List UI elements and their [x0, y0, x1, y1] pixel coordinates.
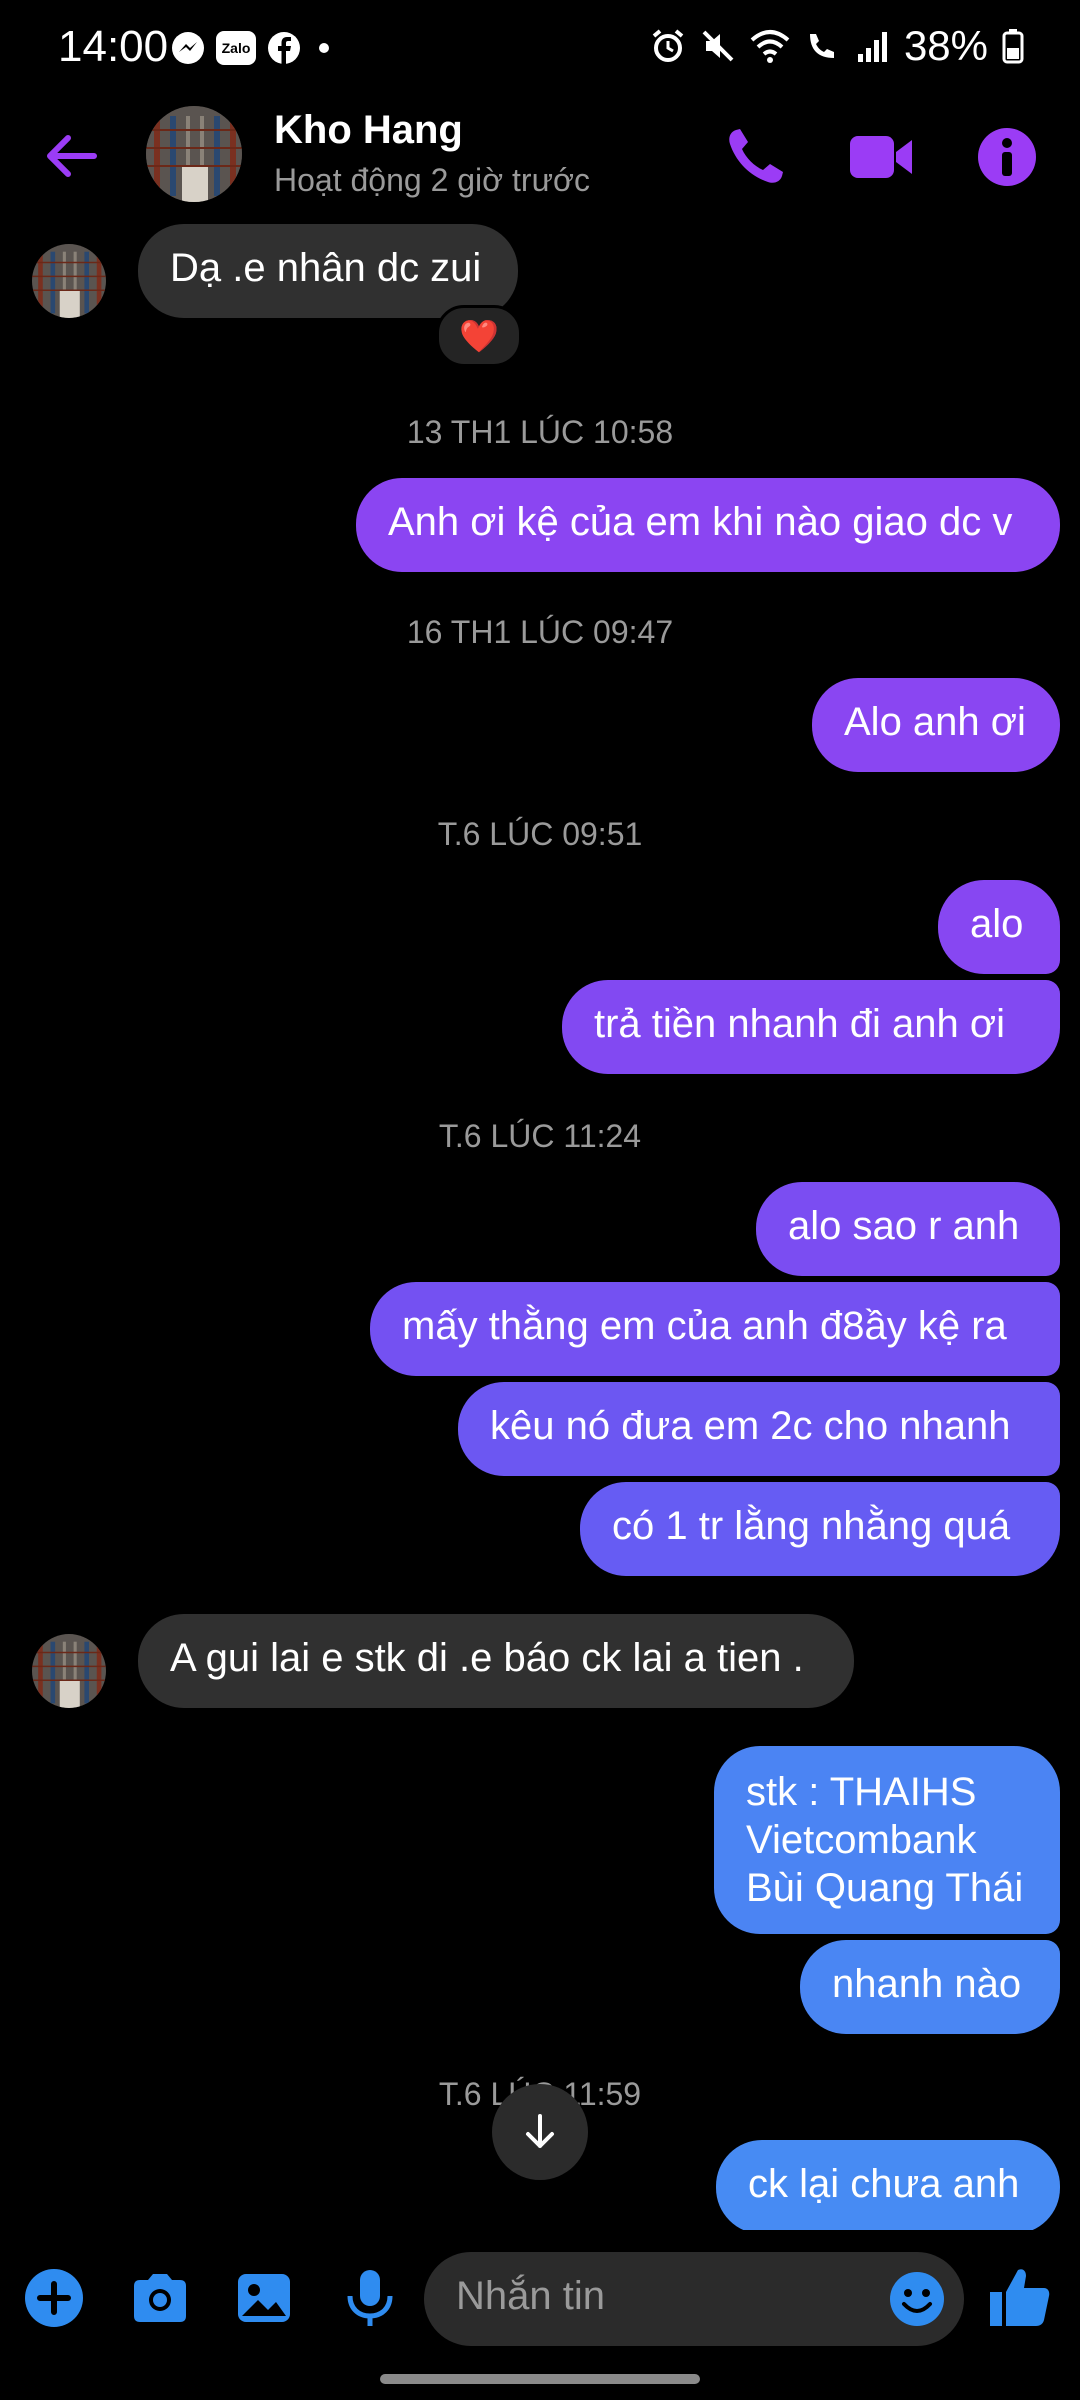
phone-call-icon[interactable]	[720, 122, 790, 192]
mic-icon[interactable]	[338, 2266, 402, 2330]
home-indicator[interactable]	[380, 2374, 700, 2384]
chat-header: Kho Hang Hoạt động 2 giờ trước	[0, 100, 1080, 210]
composer-bar: Nhắn tin	[0, 2230, 1080, 2360]
zalo-icon: Zalo	[216, 31, 256, 65]
timestamp: 16 TH1 LÚC 09:47	[406, 614, 674, 650]
timestamp: 13 TH1 LÚC 10:58	[406, 414, 674, 450]
heart-reaction[interactable]: ❤️	[436, 305, 522, 367]
bank-line: Bùi Quang Thái	[746, 1866, 1024, 1910]
status-time: 14:00	[58, 22, 169, 71]
battery-icon	[1002, 29, 1024, 64]
outgoing-message-bank[interactable]: stk : THAIHS Vietcombank Bùi Quang Thái	[714, 1746, 1060, 1934]
message-input[interactable]: Nhắn tin	[424, 2252, 964, 2346]
outgoing-message[interactable]: alo	[938, 880, 1060, 974]
timestamp: T.6 LÚC 11:24	[438, 1118, 642, 1154]
dot-icon	[319, 43, 329, 53]
heart-icon: ❤️	[459, 318, 499, 354]
status-bar: 14:00 Zalo 38%	[0, 0, 1080, 100]
messenger-icon	[172, 32, 204, 64]
info-icon[interactable]	[972, 122, 1042, 192]
outgoing-message[interactable]: nhanh nào	[800, 1940, 1060, 2034]
mute-icon	[702, 30, 734, 62]
bank-line: stk : THAIHS	[746, 1770, 977, 1814]
outgoing-message[interactable]: Anh ơi kệ của em khi nào giao dc v	[356, 478, 1060, 572]
facebook-icon	[268, 32, 300, 64]
battery-percent: 38%	[903, 22, 988, 69]
emoji-icon[interactable]	[888, 2270, 946, 2328]
camera-icon[interactable]	[128, 2266, 192, 2330]
outgoing-message[interactable]: có 1 tr lằng nhằng quá	[580, 1482, 1060, 1576]
arrow-down-icon	[526, 2114, 554, 2148]
incoming-message[interactable]: Dạ .e nhân dc zui	[138, 224, 518, 318]
outgoing-message[interactable]: ck lại chưa anh	[716, 2140, 1060, 2234]
message-input-placeholder: Nhắn tin	[456, 2274, 605, 2318]
outgoing-message[interactable]: mấy thằng em của anh đ8ầy kệ ra	[370, 1282, 1060, 1376]
outgoing-message[interactable]: alo sao r anh	[756, 1182, 1060, 1276]
signal-icon	[857, 32, 887, 62]
wifi-icon	[750, 30, 790, 63]
back-arrow-icon[interactable]	[42, 126, 102, 186]
outgoing-message[interactable]: trả tiền nhanh đi anh ơi	[562, 980, 1060, 1074]
contact-avatar[interactable]	[146, 106, 242, 202]
contact-status: Hoạt động 2 giờ trước	[274, 162, 590, 198]
status-right-icons: 38%	[650, 22, 1024, 70]
gallery-icon[interactable]	[232, 2266, 296, 2330]
scroll-to-bottom-button[interactable]	[492, 2084, 588, 2180]
incoming-message[interactable]: A gui lai e stk di .e báo ck lai a tien …	[138, 1614, 854, 1708]
contact-name[interactable]: Kho Hang	[274, 108, 463, 153]
status-left-icons: Zalo	[170, 30, 336, 66]
outgoing-message[interactable]: Alo anh ơi	[812, 678, 1060, 772]
wifi-call-icon	[809, 34, 834, 58]
timestamp: T.6 LÚC 09:51	[437, 816, 643, 852]
outgoing-message[interactable]: kêu nó đưa em 2c cho nhanh	[458, 1382, 1060, 1476]
video-call-icon[interactable]	[846, 122, 916, 192]
sender-avatar[interactable]	[32, 1634, 106, 1708]
sender-avatar[interactable]	[32, 244, 106, 318]
bank-line: Vietcombank	[746, 1818, 977, 1862]
alarm-icon	[652, 29, 684, 62]
plus-icon[interactable]	[22, 2266, 86, 2330]
like-icon[interactable]	[984, 2262, 1054, 2332]
